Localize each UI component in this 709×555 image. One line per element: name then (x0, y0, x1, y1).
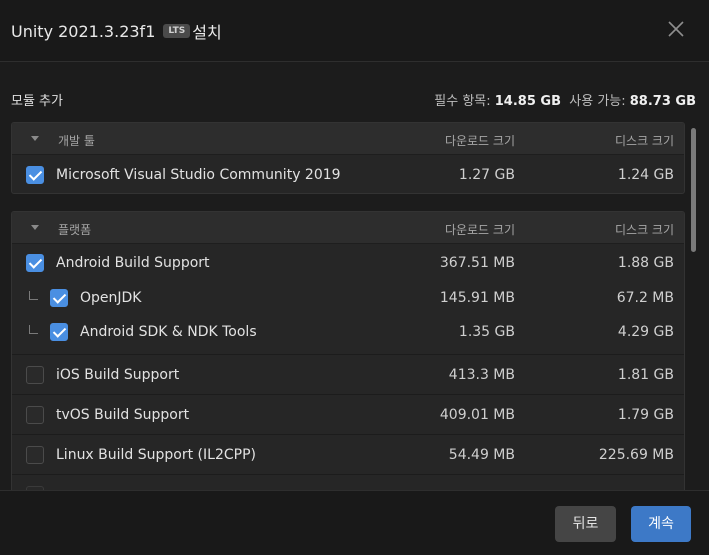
module-name: OpenJDK (80, 290, 142, 306)
module-name: tvOS Build Support (56, 407, 190, 423)
tree-branch-icon (29, 325, 38, 334)
available-label: 사용 가능: (569, 94, 626, 109)
module-disk-size: 1.88 GB (617, 255, 674, 271)
checkbox-openjdk[interactable] (50, 289, 68, 307)
checkbox-ios-build-support[interactable] (26, 366, 44, 384)
section-platforms: 플랫폼 다운로드 크기 디스크 크기 Android Build Support… (11, 211, 685, 490)
module-download-size: 145.91 MB (439, 290, 515, 306)
editor-version: Unity 2021.3.23f1 (11, 21, 156, 41)
module-list[interactable]: 개발 툴 다운로드 크기 디스크 크기 Microsoft Visual Stu… (0, 118, 709, 490)
section-dev-tools: 개발 툴 다운로드 크기 디스크 크기 Microsoft Visual Stu… (11, 122, 685, 194)
continue-button[interactable]: 계속 (631, 506, 691, 542)
disk-size-header: 디스크 크기 (614, 223, 674, 237)
module-row-child[interactable]: OpenJDK 145.91 MB 67.2 MB (12, 280, 684, 314)
back-button[interactable]: 뒤로 (555, 506, 616, 542)
space-summary: 필수 항목: 14.85 GB 사용 가능: 88.73 GB (434, 90, 696, 109)
disk-size-header: 디스크 크기 (614, 134, 674, 148)
module-disk-size: 1.81 GB (617, 367, 674, 383)
scrollbar-thumb[interactable] (691, 128, 696, 252)
dialog-title: Unity 2021.3.23f1 LTS 설치 (11, 19, 222, 43)
module-name: Android SDK & NDK Tools (80, 324, 257, 340)
title-bar: Unity 2021.3.23f1 LTS 설치 (0, 0, 709, 62)
section-name: 플랫폼 (58, 223, 92, 237)
checkbox-vs-community[interactable] (26, 166, 44, 184)
install-label: 설치 (192, 23, 222, 42)
module-download-size: 409.01 MB (439, 407, 515, 423)
section-header[interactable]: 개발 툴 다운로드 크기 디스크 크기 (12, 123, 684, 155)
required-value: 14.85 GB (494, 94, 561, 109)
checkbox-android-build-support[interactable] (26, 254, 44, 272)
section-header[interactable]: 플랫폼 다운로드 크기 디스크 크기 (12, 212, 684, 244)
download-size-header: 다운로드 크기 (444, 134, 515, 148)
modules-heading: 모듈 추가 (11, 94, 63, 109)
module-name: Linux Build Support (IL2CPP) (56, 447, 256, 463)
dialog-footer: 뒤로 계속 (0, 490, 709, 555)
checkbox-linux-build-support[interactable] (26, 446, 44, 464)
module-name: Microsoft Visual Studio Community 2019 (56, 167, 341, 183)
module-download-size: 367.51 MB (439, 255, 515, 271)
module-download-size: 1.35 GB (458, 324, 515, 340)
section-name: 개발 툴 (58, 134, 95, 148)
module-name: iOS Build Support (56, 367, 180, 383)
module-row[interactable]: Android Build Support 367.51 MB 1.88 GB (12, 244, 684, 280)
collapse-triangle-icon[interactable] (31, 225, 39, 230)
module-row[interactable]: iOS Build Support 413.3 MB 1.81 GB (12, 354, 684, 394)
module-disk-size: 225.69 MB (598, 447, 674, 463)
collapse-triangle-icon[interactable] (31, 136, 39, 141)
module-disk-size: 4.29 GB (617, 324, 674, 340)
module-download-size: 54.49 MB (448, 447, 515, 463)
close-icon[interactable] (667, 20, 685, 38)
module-row-child[interactable]: Android SDK & NDK Tools 1.35 GB 4.29 GB (12, 314, 684, 354)
module-row-partial[interactable] (12, 474, 684, 490)
module-download-size: 413.3 MB (448, 367, 515, 383)
checkbox-tvos-build-support[interactable] (26, 406, 44, 424)
module-disk-size: 1.79 GB (617, 407, 674, 423)
module-row[interactable]: Linux Build Support (IL2CPP) 54.49 MB 22… (12, 434, 684, 474)
module-row[interactable]: Microsoft Visual Studio Community 2019 1… (12, 155, 684, 193)
required-label: 필수 항목: (434, 94, 491, 109)
tree-branch-icon (29, 291, 38, 300)
module-disk-size: 67.2 MB (616, 290, 674, 306)
available-value: 88.73 GB (629, 94, 696, 109)
module-row[interactable]: tvOS Build Support 409.01 MB 1.79 GB (12, 394, 684, 434)
checkbox-android-sdk-ndk[interactable] (50, 323, 68, 341)
module-download-size: 1.27 GB (458, 167, 515, 183)
module-name: Android Build Support (56, 255, 210, 271)
lts-badge: LTS (163, 24, 191, 38)
download-size-header: 다운로드 크기 (444, 223, 515, 237)
module-disk-size: 1.24 GB (617, 167, 674, 183)
